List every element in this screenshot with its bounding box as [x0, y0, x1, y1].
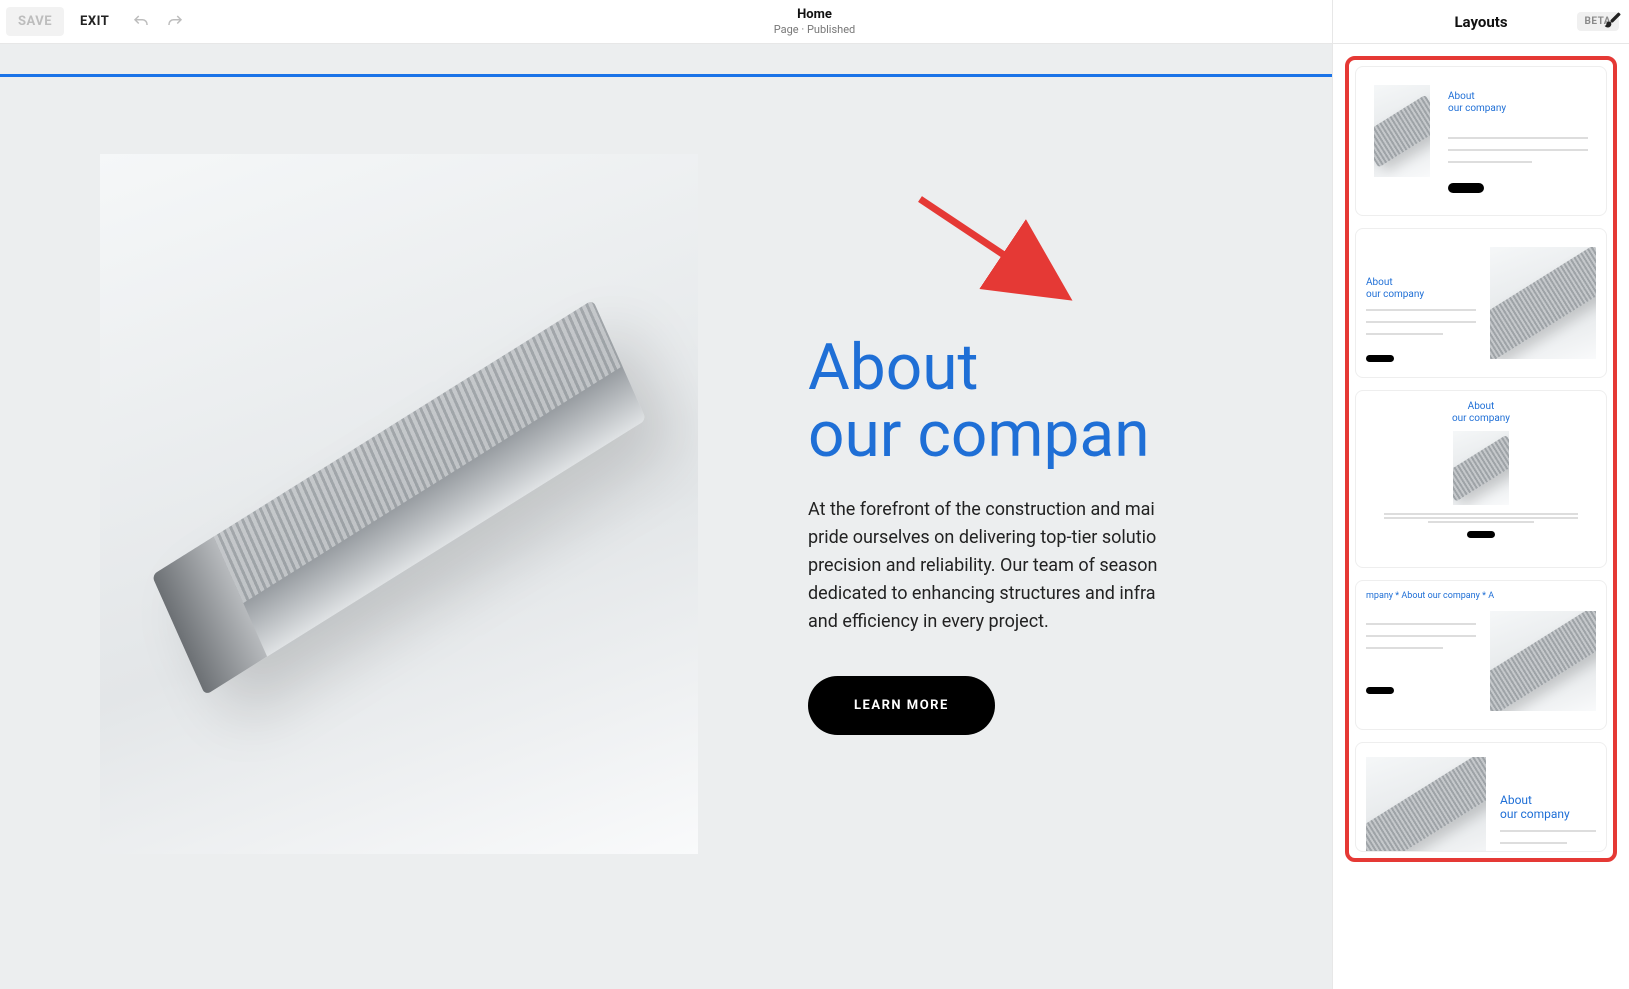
layout-thumb-cta	[1467, 531, 1495, 538]
about-body[interactable]: At the forefront of the construction and…	[808, 496, 1157, 635]
layout-option[interactable]: About our company	[1355, 390, 1607, 568]
layouts-panel-header: Layouts BETA	[1333, 0, 1629, 44]
redo-icon	[166, 13, 184, 31]
annotation-highlight-box: About our company About our company	[1345, 56, 1617, 862]
layout-thumb-image	[1490, 247, 1596, 359]
layout-thumb-image	[1366, 757, 1486, 852]
learn-more-button[interactable]: LEARN MORE	[808, 676, 995, 735]
layout-thumb-title: About our company	[1500, 793, 1596, 822]
page-status: Page · Published	[774, 23, 856, 36]
layouts-panel-body[interactable]: About our company About our company	[1333, 44, 1629, 989]
about-heading[interactable]: About our compan	[808, 334, 1157, 468]
layout-thumb-image	[1490, 611, 1596, 711]
save-button[interactable]: SAVE	[6, 7, 64, 36]
layouts-panel: Layouts BETA About our company About our…	[1332, 0, 1629, 989]
undo-icon	[132, 13, 150, 31]
layout-option[interactable]: About our company	[1355, 742, 1607, 852]
layout-thumb-cta	[1366, 355, 1394, 362]
layouts-panel-title: Layouts	[1454, 13, 1507, 31]
layout-thumb-image	[1453, 431, 1509, 505]
design-panel-toggle[interactable]	[1599, 6, 1627, 34]
layout-thumb-image	[1374, 85, 1430, 177]
layout-thumb-title: About our company	[1448, 91, 1588, 115]
layout-option[interactable]: mpany * About our company * A	[1355, 580, 1607, 730]
layout-thumb-title: About our company	[1452, 401, 1510, 425]
page-title-group[interactable]: Home Page · Published	[774, 7, 856, 36]
layout-option[interactable]: About our company	[1355, 228, 1607, 378]
page-title: Home	[774, 7, 856, 23]
about-copy: About our compan At the forefront of the…	[698, 154, 1157, 735]
undo-button[interactable]	[127, 8, 155, 36]
brush-icon	[1603, 10, 1623, 30]
layout-thumb-title: About our company	[1366, 277, 1476, 301]
hero-image-subject	[152, 300, 646, 695]
hero-image[interactable]	[100, 154, 698, 854]
layout-option[interactable]: About our company	[1355, 66, 1607, 216]
exit-button[interactable]: EXIT	[68, 7, 121, 36]
redo-button[interactable]	[161, 8, 189, 36]
layout-thumb-cta	[1448, 183, 1484, 193]
layout-thumb-marquee: mpany * About our company * A	[1366, 591, 1596, 601]
layout-thumb-cta	[1366, 687, 1394, 694]
